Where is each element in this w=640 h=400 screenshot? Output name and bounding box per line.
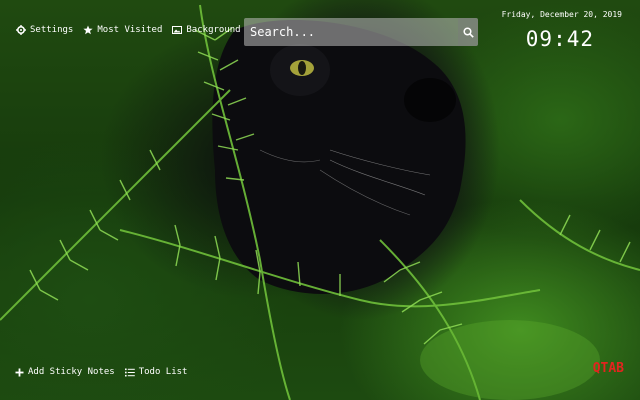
todo-list-label: Todo List [138, 367, 188, 377]
star-icon [83, 25, 93, 35]
list-icon [124, 367, 135, 377]
top-toolbar: Settings Most Visited Background [16, 25, 241, 35]
plus-icon [14, 367, 24, 377]
add-sticky-notes-button[interactable]: Add Sticky Notes [14, 367, 115, 377]
image-icon [172, 25, 183, 35]
date-display: Friday, December 20, 2019 [501, 10, 622, 19]
most-visited-button[interactable]: Most Visited [83, 25, 162, 35]
settings-label: Settings [30, 25, 74, 35]
time-display: 09:42 [525, 27, 594, 51]
background-button[interactable]: Background [172, 25, 241, 35]
search-bar [244, 18, 478, 46]
qtab-logo[interactable]: QTAB [593, 361, 624, 376]
search-icon [462, 23, 474, 42]
gear-icon [16, 25, 26, 35]
panther-and-ferns-illustration [0, 4, 640, 400]
search-input[interactable] [244, 18, 458, 46]
add-sticky-notes-label: Add Sticky Notes [28, 367, 115, 377]
todo-list-button[interactable]: Todo List [124, 367, 188, 377]
bottom-toolbar: Add Sticky Notes Todo List [14, 367, 187, 377]
settings-button[interactable]: Settings [16, 25, 73, 35]
most-visited-label: Most Visited [97, 25, 163, 35]
search-button[interactable] [458, 18, 478, 46]
background-label: Background [186, 25, 241, 35]
